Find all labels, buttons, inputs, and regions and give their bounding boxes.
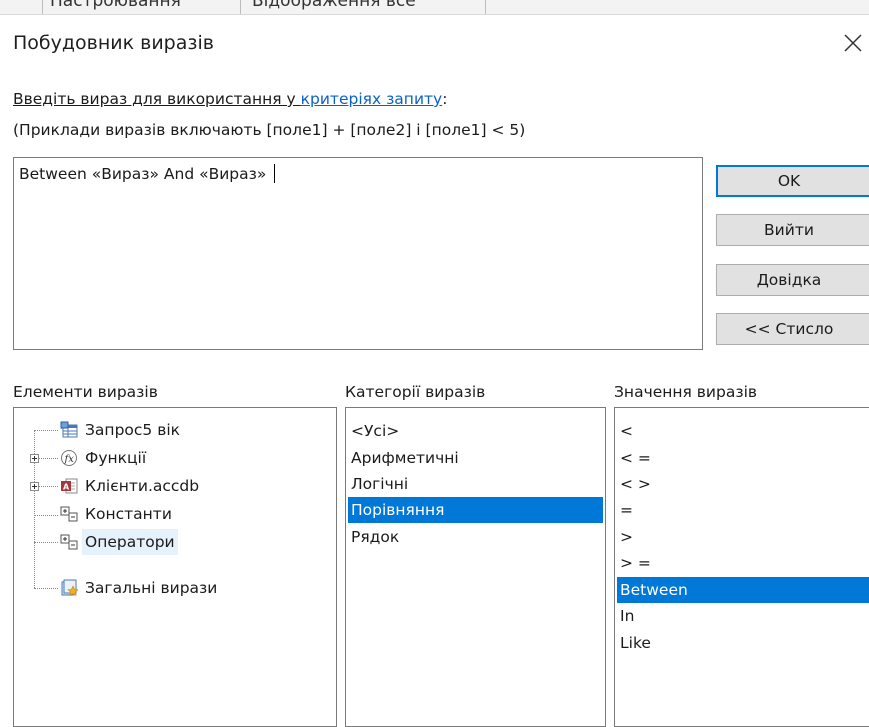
tree-item-functions[interactable]: Функції — [85, 445, 146, 471]
function-icon: fx — [61, 450, 77, 466]
value-item-like[interactable]: Like — [617, 630, 869, 656]
help-button[interactable]: Довідка — [716, 264, 869, 296]
close-icon[interactable] — [838, 28, 868, 58]
instruction-suffix: : — [442, 90, 448, 108]
operators-icon — [60, 534, 78, 550]
expression-elements-tree[interactable]: fx A Запрос5 вік Функції Клієнти.accdb К… — [13, 407, 337, 727]
examples-text: (Приклади виразів включають [поле1] + [п… — [13, 121, 526, 139]
svg-text:fx: fx — [64, 454, 75, 465]
tree-line — [34, 515, 58, 516]
query-criteria-link[interactable]: критеріях запиту — [301, 90, 443, 108]
tree-line — [34, 588, 58, 589]
exit-button[interactable]: Вийти — [716, 214, 869, 246]
category-item-all[interactable]: <Усі> — [348, 418, 603, 444]
value-item-equal[interactable]: = — [617, 497, 869, 523]
background-window-tabs: Настроювання Відображення все — [0, 0, 869, 15]
categories-label: Категорії виразів — [345, 383, 486, 401]
expression-text: Between «Вираз» And «Вираз» — [19, 165, 272, 183]
background-tab-settings: Настроювання — [50, 0, 181, 11]
instruction-text: Введіть вираз для використання у критері… — [13, 90, 447, 108]
value-item-greater-than[interactable]: > — [617, 524, 869, 550]
common-expressions-icon — [61, 579, 78, 596]
value-item-in[interactable]: In — [617, 603, 869, 629]
value-item-between[interactable]: Between — [617, 577, 869, 603]
tree-item-query[interactable]: Запрос5 вік — [85, 417, 180, 443]
text-caret — [274, 164, 276, 183]
constants-icon — [60, 506, 78, 522]
tree-item-database[interactable]: Клієнти.accdb — [85, 473, 199, 499]
tree-line — [34, 430, 58, 431]
expression-categories-list[interactable]: <Усі> Арифметичні Логічні Порівняння Ряд… — [345, 407, 606, 727]
tab-separator — [42, 0, 43, 14]
category-item-comparison[interactable]: Порівняння — [348, 497, 603, 523]
expand-functions-icon[interactable] — [30, 454, 39, 463]
value-item-less-than[interactable]: < — [617, 418, 869, 444]
svg-text:A: A — [63, 483, 70, 492]
expression-input[interactable]: Between «Вираз» And «Вираз» — [13, 157, 703, 350]
expression-values-list[interactable]: < < = < > = > > = Between In Like — [614, 407, 869, 727]
tab-separator — [240, 0, 241, 14]
elements-label: Елементи виразів — [13, 383, 158, 401]
tree-item-common-expressions[interactable]: Загальні вирази — [85, 575, 217, 601]
value-item-less-equal[interactable]: < = — [617, 445, 869, 471]
instruction-prefix: Введіть вираз для використання у — [13, 90, 301, 108]
tree-item-operators[interactable]: Оператори — [82, 529, 178, 555]
category-item-arithmetic[interactable]: Арифметичні — [348, 445, 603, 471]
tree-line — [39, 458, 58, 459]
access-database-icon: A — [61, 478, 78, 494]
less-button[interactable]: << Стисло — [716, 313, 869, 345]
category-item-string[interactable]: Рядок — [348, 524, 603, 550]
tree-line — [34, 542, 58, 543]
tree-item-constants[interactable]: Константи — [85, 501, 172, 527]
dialog-title: Побудовник виразів — [13, 32, 214, 54]
value-item-greater-equal[interactable]: > = — [617, 550, 869, 576]
background-tab-show-all: Відображення все — [252, 0, 416, 11]
value-item-not-equal[interactable]: < > — [617, 471, 869, 497]
ok-button[interactable]: OK — [716, 165, 869, 197]
tree-line — [39, 486, 58, 487]
query-icon — [60, 421, 78, 438]
category-item-logical[interactable]: Логічні — [348, 471, 603, 497]
tab-separator — [485, 0, 486, 14]
expand-database-icon[interactable] — [30, 482, 39, 491]
values-label: Значення виразів — [614, 383, 758, 401]
